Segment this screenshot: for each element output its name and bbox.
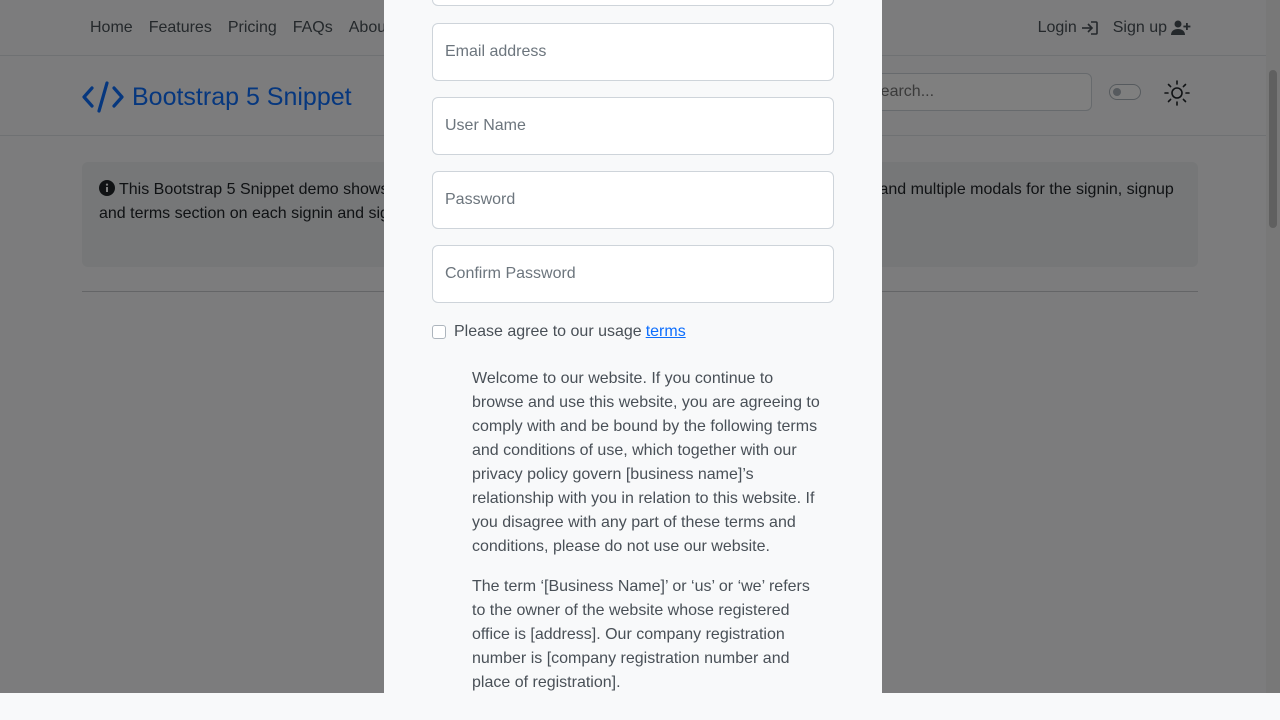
password-field[interactable] xyxy=(432,171,834,229)
terms-text: Welcome to our website. If you continue … xyxy=(472,367,822,711)
name-field[interactable] xyxy=(432,0,834,6)
email-field[interactable] xyxy=(432,23,834,81)
confirm-password-input[interactable] xyxy=(433,246,833,302)
username-field[interactable] xyxy=(432,97,834,155)
terms-paragraph: The term ‘[Business Name]’ or ‘us’ or ‘w… xyxy=(472,578,810,691)
name-input[interactable] xyxy=(433,0,833,5)
terms-link[interactable]: terms xyxy=(646,323,686,341)
username-input[interactable] xyxy=(433,98,833,154)
email-input[interactable] xyxy=(433,24,833,80)
agree-label: Please agree to our usage xyxy=(454,323,642,340)
terms-agreement: Please agree to our usage terms xyxy=(432,323,686,341)
terms-paragraph: Welcome to our website. If you continue … xyxy=(472,370,820,555)
signup-modal: Please agree to our usage terms Welcome … xyxy=(384,0,882,720)
confirm-password-field[interactable] xyxy=(432,245,834,303)
password-input[interactable] xyxy=(433,172,833,228)
agree-checkbox[interactable] xyxy=(432,325,446,339)
